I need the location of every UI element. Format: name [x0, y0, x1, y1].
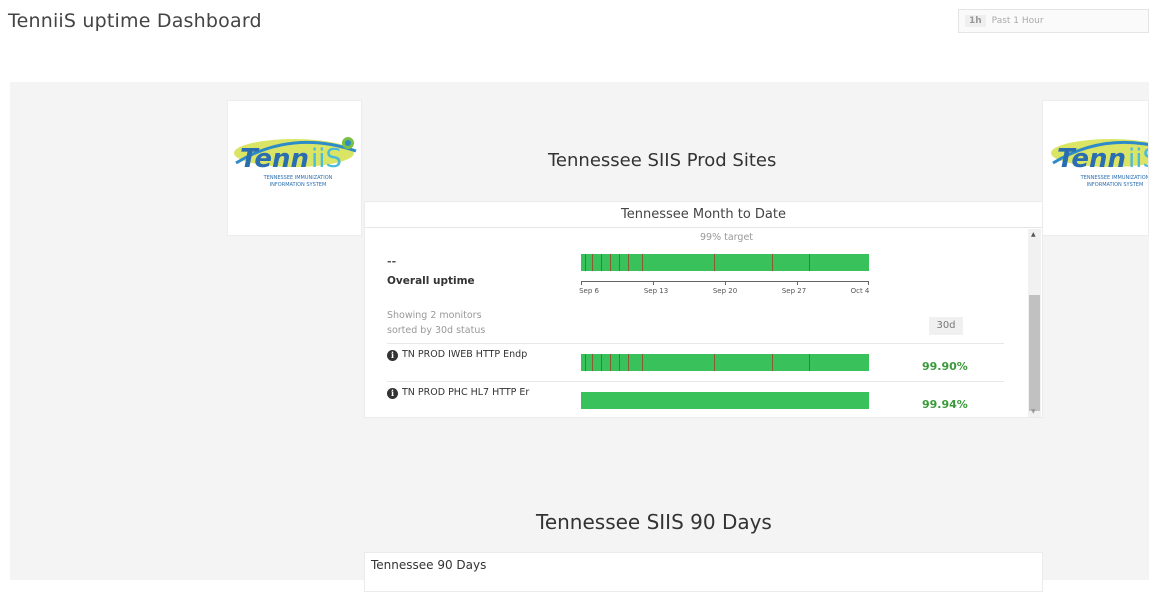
monitor-name[interactable]: TN PROD PHC HL7 HTTP Er	[402, 387, 560, 398]
ninety-days-widget: Tennessee 90 Days	[364, 552, 1043, 592]
axis-tick-label: Sep 20	[712, 287, 738, 295]
time-range-abbr: 1h	[965, 15, 986, 27]
overall-uptime-bar[interactable]	[581, 254, 869, 271]
axis-tick	[653, 281, 654, 285]
widget-title: Tennessee Month to Date	[365, 202, 1042, 228]
incident-mark	[628, 254, 629, 271]
incident-mark	[619, 354, 620, 371]
incident-mark	[601, 254, 602, 271]
time-range-label: Past 1 Hour	[991, 16, 1044, 26]
incident-mark	[601, 354, 602, 371]
incident-mark	[642, 254, 643, 271]
monitor-uptime-percent: 99.90%	[922, 360, 968, 373]
incident-mark	[772, 254, 773, 271]
scrollbar-thumb[interactable]	[1029, 295, 1040, 411]
widget-scrollbar[interactable]: ▲ ▼	[1028, 229, 1041, 417]
incident-mark	[610, 354, 611, 371]
incident-mark	[592, 354, 593, 371]
tenniis-logo: Tenn iiS TENNESSEE IMMUNIZATION INFORMAT…	[1049, 133, 1149, 203]
svg-text:iiS: iiS	[1128, 144, 1149, 174]
incident-mark	[714, 354, 715, 371]
axis-tick-label: Sep 6	[579, 287, 599, 295]
svg-text:TENNESSEE IMMUNIZATION: TENNESSEE IMMUNIZATION	[263, 175, 333, 181]
incident-mark	[585, 254, 586, 271]
section-title-prod-sites: Tennessee SIIS Prod Sites	[548, 150, 777, 171]
incident-mark	[772, 354, 773, 371]
incident-mark	[610, 254, 611, 271]
scroll-down-arrow-icon[interactable]: ▼	[1031, 408, 1036, 415]
incident-mark	[714, 254, 715, 271]
monitor-uptime-bar[interactable]	[581, 392, 869, 409]
incident-mark	[642, 354, 643, 371]
axis-tick-label: Sep 13	[643, 287, 669, 295]
monitor-count-note: Showing 2 monitors sorted by 30d status	[387, 308, 485, 338]
tenniis-logo: Tenn iiS TENNESSEE IMMUNIZATION INFORMAT…	[232, 133, 361, 203]
axis-tick	[725, 281, 726, 285]
axis-tick-label: Sep 27	[781, 287, 807, 295]
svg-text:Tenn: Tenn	[240, 144, 309, 174]
logo-card-right: Tenn iiS TENNESSEE IMMUNIZATION INFORMAT…	[1042, 100, 1149, 236]
monitor-name[interactable]: TN PROD IWEB HTTP Endp	[402, 349, 560, 360]
incident-mark	[809, 254, 810, 271]
overall-uptime-label: Overall uptime	[387, 275, 475, 287]
monitor-row: i TN PROD PHC HL7 HTTP Er 99.94%	[387, 381, 1004, 417]
svg-text:INFORMATION SYSTEM: INFORMATION SYSTEM	[1087, 182, 1144, 188]
widget-title: Tennessee 90 Days	[371, 558, 487, 572]
incident-mark	[809, 354, 810, 371]
incident-mark	[619, 254, 620, 271]
info-icon[interactable]: i	[387, 350, 398, 361]
period-badge[interactable]: 30d	[929, 317, 963, 335]
axis-tick	[868, 281, 869, 285]
tenniis-logo-graphic: Tenn iiS TENNESSEE IMMUNIZATION INFORMAT…	[1051, 139, 1149, 188]
time-range-picker[interactable]: 1h Past 1 Hour	[958, 9, 1149, 33]
axis-tick	[581, 281, 582, 285]
section-title-90-days: Tennessee SIIS 90 Days	[536, 510, 772, 534]
svg-text:TENNESSEE IMMUNIZATION: TENNESSEE IMMUNIZATION	[1080, 175, 1149, 181]
incident-mark	[585, 354, 586, 371]
svg-text:Tenn: Tenn	[1057, 144, 1126, 174]
tenniis-logo-graphic: Tenn iiS TENNESSEE IMMUNIZATION INFORMAT…	[234, 137, 357, 188]
scroll-up-arrow-icon[interactable]: ▲	[1031, 231, 1036, 238]
incident-mark	[592, 254, 593, 271]
svg-text:INFORMATION SYSTEM: INFORMATION SYSTEM	[270, 182, 327, 188]
incident-mark	[628, 354, 629, 371]
monitor-row: i TN PROD IWEB HTTP Endp 99.90%	[387, 343, 1004, 379]
monitor-count-line: Showing 2 monitors	[387, 310, 482, 321]
svg-text:iiS: iiS	[311, 144, 342, 174]
axis-tick-label: Oct 4	[850, 287, 870, 295]
monitor-uptime-percent: 99.94%	[922, 398, 968, 411]
logo-card-left: Tenn iiS TENNESSEE IMMUNIZATION INFORMAT…	[227, 100, 362, 236]
overall-uptime-value: --	[387, 255, 397, 268]
dashboard-title: TenniiS uptime Dashboard	[8, 10, 262, 32]
monitor-sort-line: sorted by 30d status	[387, 325, 486, 336]
month-to-date-widget: Tennessee Month to Date 99% target -- Ov…	[364, 201, 1043, 418]
date-axis: Sep 6 Sep 13 Sep 20 Sep 27 Oct 4	[579, 281, 870, 303]
axis-tick	[797, 281, 798, 285]
target-label: 99% target	[700, 232, 754, 243]
monitor-uptime-bar[interactable]	[581, 354, 869, 371]
top-bar: TenniiS uptime Dashboard 1h Past 1 Hour	[0, 0, 1149, 82]
info-icon[interactable]: i	[387, 388, 398, 399]
